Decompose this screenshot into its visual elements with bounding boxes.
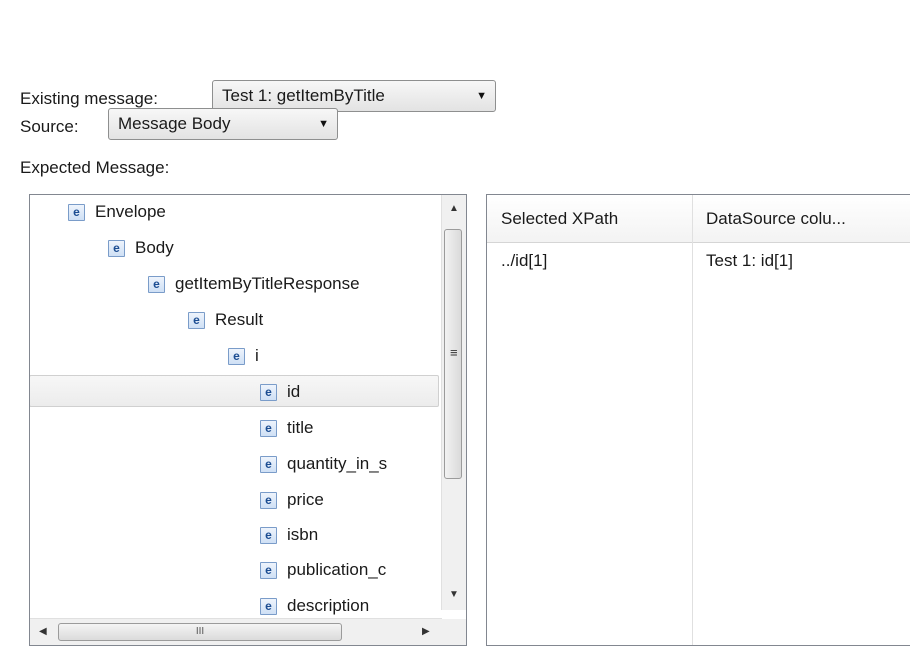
tree-node-label: publication_c (287, 560, 387, 579)
tree-node-label: Envelope (95, 202, 166, 221)
tree-horizontal-scrollbar[interactable]: ◀ III ▶ (30, 618, 442, 645)
tree-node-publication[interactable]: e publication_c (260, 553, 386, 587)
element-icon: e (260, 527, 277, 545)
element-icon: e (260, 456, 277, 474)
tree-node-title[interactable]: e title (260, 411, 313, 445)
existing-message-label: Existing message: (20, 89, 158, 108)
table-cell-datasource-column: Test 1: id[1] (706, 251, 793, 270)
tree-node-isbn[interactable]: e isbn (260, 518, 318, 552)
tree-node-label: price (287, 490, 324, 509)
element-icon: e (260, 420, 277, 438)
column-divider[interactable] (692, 195, 693, 242)
tree-vertical-scrollbar[interactable]: ▲ ≡ ▼ (441, 195, 466, 610)
element-icon: e (260, 384, 277, 402)
dropdown-arrow-icon: ▼ (318, 118, 329, 130)
tree-node-getitembytitleresponse[interactable]: e getItemByTitleResponse (148, 267, 360, 301)
element-icon: e (68, 204, 85, 222)
tree-node-body[interactable]: e Body (108, 231, 174, 265)
tree-node-price[interactable]: e price (260, 483, 324, 517)
table-cell-xpath: ../id[1] (501, 251, 548, 270)
tree-node-label: quantity_in_s (287, 454, 388, 473)
source-label: Source: (20, 117, 79, 136)
selected-row-highlight (30, 375, 439, 407)
tree-node-label: title (287, 418, 314, 437)
existing-message-value: Test 1: getItemByTitle (222, 86, 385, 105)
grip-icon: ≡ (450, 345, 458, 360)
expected-message-label: Expected Message: (20, 158, 170, 177)
tree-node-label: isbn (287, 525, 319, 544)
element-icon: e (148, 276, 165, 294)
tree-node-id[interactable]: e id (260, 375, 300, 409)
scroll-up-icon[interactable]: ▲ (449, 203, 459, 214)
element-icon: e (260, 562, 277, 580)
tree-node-i[interactable]: ei (228, 339, 259, 373)
grip-icon: III (195, 626, 205, 637)
tree-node-label: Result (215, 310, 264, 329)
element-icon: e (260, 492, 277, 510)
scroll-right-icon[interactable]: ▶ (422, 626, 430, 637)
scroll-down-icon[interactable]: ▼ (449, 589, 459, 600)
tree-node-label: id (287, 382, 301, 401)
source-dropdown[interactable]: Message Body ▼ (108, 108, 338, 140)
column-header-datasource-column[interactable]: DataSource colu... (706, 195, 846, 242)
source-value: Message Body (118, 114, 231, 133)
table-header: Selected XPath DataSource colu... (487, 195, 910, 243)
element-icon: e (228, 348, 245, 366)
tree-node-label: i (255, 346, 259, 365)
element-icon: e (108, 240, 125, 258)
scroll-corner (442, 619, 466, 645)
tree-node-label: getItemByTitleResponse (175, 274, 360, 293)
column-divider (692, 242, 693, 645)
element-icon: e (188, 312, 205, 330)
tree-node-quantity[interactable]: e quantity_in_s (260, 447, 387, 481)
scroll-left-icon[interactable]: ◀ (39, 626, 47, 637)
xpath-mapping-table[interactable]: Selected XPath DataSource colu... ../id[… (486, 194, 910, 646)
tree-node-result[interactable]: e Result (188, 303, 263, 337)
dropdown-arrow-icon: ▼ (476, 90, 487, 102)
tree-node-envelope[interactable]: e Envelope (68, 195, 166, 229)
column-header-selected-xpath[interactable]: Selected XPath (501, 195, 618, 242)
expected-message-tree[interactable]: e Envelope e Body e getItemByTitleResponse … (29, 194, 467, 646)
tree-node-label: Body (135, 238, 174, 257)
tree-node-label: description (287, 596, 370, 615)
element-icon: e (260, 598, 277, 616)
horizontal-scroll-thumb[interactable]: III (58, 623, 342, 641)
